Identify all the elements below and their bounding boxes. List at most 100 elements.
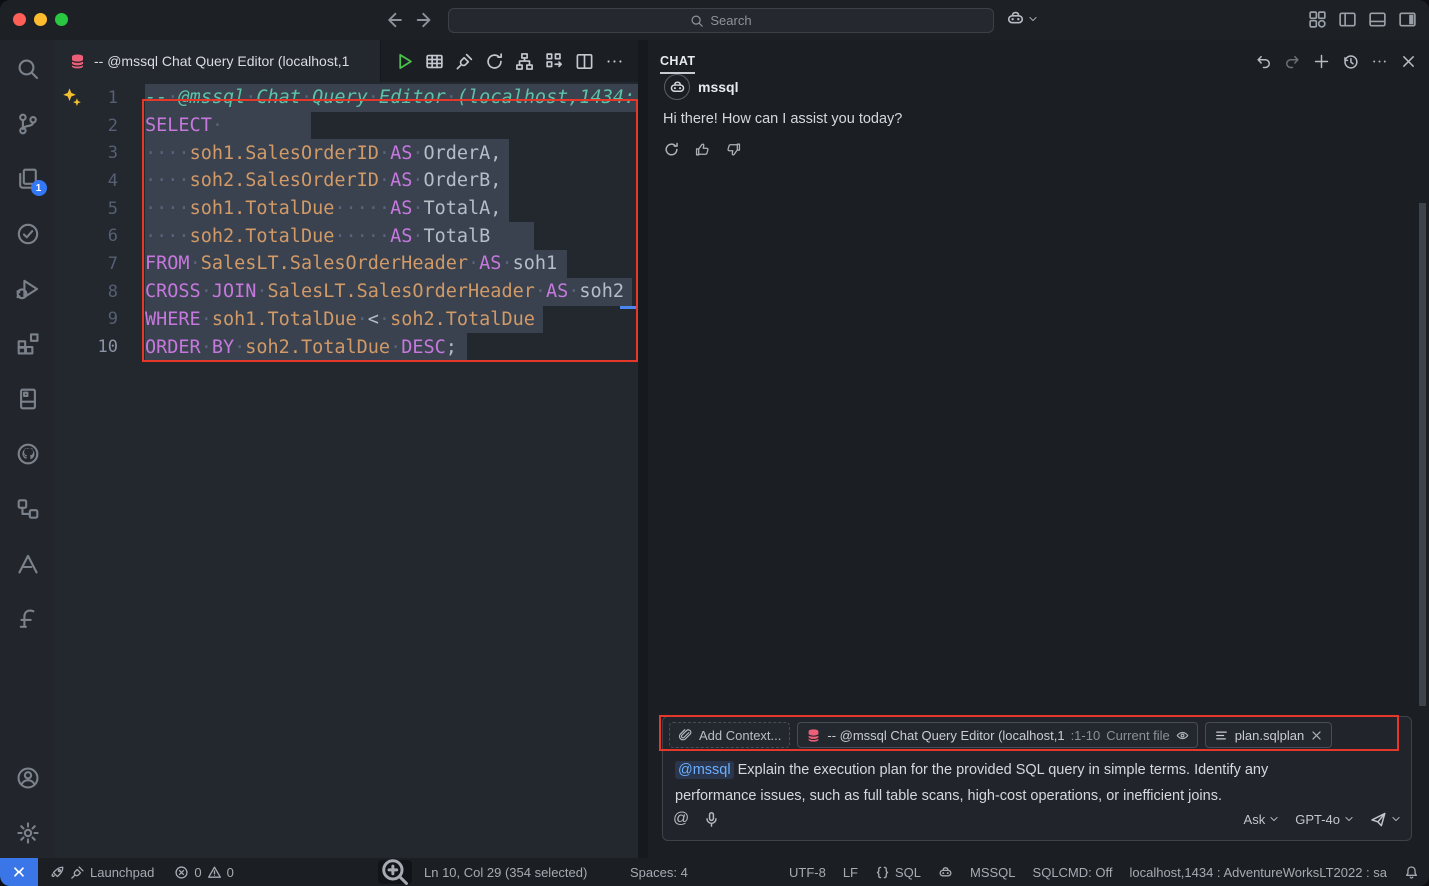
new-chat-icon[interactable] [1313,53,1330,70]
plug-icon[interactable] [455,52,474,71]
navigate-forward-icon[interactable] [415,9,437,31]
command-center-search[interactable]: Search [448,8,994,33]
activity-bar-item-azure[interactable] [16,552,40,576]
eye-icon[interactable] [1176,729,1189,742]
customize-layout-icon[interactable] [1308,10,1327,29]
activity-bar-item-database-projects[interactable] [16,497,40,521]
remote-indicator[interactable] [0,858,38,886]
tab-bar: -- @mssql Chat Query Editor (localhost,1 [55,40,638,82]
estimated-plan-icon[interactable] [515,52,534,71]
add-context-chip[interactable]: Add Context... [669,722,790,748]
minimize-window-button[interactable] [34,13,47,26]
line-number: 9 [55,309,145,329]
problems-indicator[interactable]: 0 0 [174,865,233,880]
activity-bar-item-run-debug[interactable] [16,277,40,301]
chip-label: plan.sqlplan [1235,728,1304,743]
code-editor[interactable]: 1--·@mssql·Chat·Query·Editor·(localhost,… [55,82,638,858]
navigate-back-icon[interactable] [383,9,405,31]
tab-chat[interactable]: CHAT [660,54,695,74]
statusbar-label: LF [843,865,858,880]
indentation-label: Spaces: 4 [630,865,688,880]
thumbs-up-icon[interactable] [694,141,711,158]
more-actions-icon[interactable] [605,52,624,71]
selection-extension [557,250,567,278]
more-icon[interactable] [1371,53,1388,70]
toggle-secondary-sidebar-icon[interactable] [1398,10,1417,29]
search-placeholder: Search [710,13,751,28]
run-query-icon[interactable] [395,52,414,71]
code-line-7[interactable]: 7FROM·SalesLT.SalesOrderHeader·AS·soh1 [55,250,638,278]
line-number: 6 [55,226,145,246]
toggle-panel-icon[interactable] [1368,10,1387,29]
error-count: 0 [194,865,201,880]
code-line-3[interactable]: 3····soh1.SalesOrderID·AS·OrderA, [55,139,638,167]
activity-bar-item-explorer[interactable]: 1 [16,167,40,191]
change-connection-icon[interactable] [485,52,504,71]
activity-bar-item-account[interactable] [16,766,40,790]
statusbar-item-copilot[interactable] [938,865,953,880]
thumbs-down-icon[interactable] [725,141,742,158]
chat-scrollbar[interactable] [1419,203,1426,706]
model-picker-dropdown[interactable]: GPT-4o [1295,812,1354,827]
undo-icon[interactable] [1255,53,1272,70]
chat-mode-dropdown[interactable]: Ask [1244,812,1280,827]
error-icon [174,865,189,880]
code-line-8[interactable]: 8CROSS·JOIN·SalesLT.SalesOrderHeader·AS·… [55,278,638,306]
history-icon[interactable] [1342,53,1359,70]
activity-bar-item-check-circle[interactable] [16,222,40,246]
chat-input-box[interactable]: Add Context... -- @mssql Chat Query Edito… [662,716,1412,841]
chat-input-text[interactable]: @mssql Explain the execution plan for th… [675,757,1343,809]
code-line-2[interactable]: 2SELECT· [55,112,638,140]
chip-label: Add Context... [699,728,781,743]
statusbar-item-localhost-1434-adventureworkslt2022-sa[interactable]: localhost,1434 : AdventureWorksLT2022 : … [1129,865,1387,880]
actual-plan-icon[interactable] [545,52,564,71]
code-line-1[interactable]: 1--·@mssql·Chat·Query·Editor·(localhost,… [55,84,638,112]
plug-small-icon [70,865,85,880]
copilot-icon [938,865,953,880]
statusbar-item-sqlcmd-off[interactable]: SQLCMD: Off [1033,865,1113,880]
selection-extension [490,222,534,250]
context-chip-1[interactable]: -- @mssql Chat Query Editor (localhost,1… [797,722,1197,748]
cursor-position-indicator[interactable]: Ln 10, Col 29 (354 selected) [424,858,587,886]
zoom-indicator[interactable] [378,860,412,884]
regenerate-icon[interactable] [663,141,680,158]
activity-bar-item-source-control[interactable] [16,112,40,136]
azure-icon [16,552,40,576]
activity-bar-item-settings-gear[interactable] [16,821,40,845]
send-button[interactable] [1370,811,1401,828]
split-editor-icon[interactable] [575,52,594,71]
statusbar-item-lf[interactable]: LF [843,865,858,880]
remove-chip-icon[interactable] [1310,729,1323,742]
results-grid-icon[interactable] [425,52,444,71]
add-mention-icon[interactable]: @ [673,810,689,828]
launchpad-button[interactable]: Launchpad [50,865,154,880]
code-line-6[interactable]: 6····soh2.TotalDue·····AS·TotalB [55,222,638,250]
close-icon[interactable] [1400,53,1417,70]
indentation-indicator[interactable]: Spaces: 4 [630,858,688,886]
activity-bar-item-notebook[interactable] [16,387,40,411]
statusbar-item-mssql[interactable]: MSSQL [970,865,1016,880]
activity-bar-item-search[interactable] [16,57,40,81]
activity-bar-item-github[interactable] [16,442,40,466]
context-chip-2[interactable]: plan.sqlplan [1205,722,1332,748]
code-line-9[interactable]: 9WHERE·soh1.TotalDue·<·soh2.TotalDue [55,306,638,334]
code-line-10[interactable]: 10ORDER·BY·soh2.TotalDue·DESC; [55,333,638,361]
code-line-5[interactable]: 5····soh1.TotalDue·····AS·TotalA, [55,195,638,223]
activity-bar-item-extensions[interactable] [16,332,40,356]
editor-decoration-dash [620,306,637,309]
statusbar-item-utf-8[interactable]: UTF-8 [789,865,826,880]
zoom-window-button[interactable] [55,13,68,26]
close-window-button[interactable] [13,13,26,26]
source-control-icon [16,112,40,136]
code-line-4[interactable]: 4····soh2.SalesOrderID·AS·OrderB, [55,167,638,195]
activity-bar-item-fabric[interactable] [16,607,40,631]
toggle-primary-sidebar-icon[interactable] [1338,10,1357,29]
statusbar-item-bell[interactable] [1404,865,1419,880]
statusbar-item-sql[interactable]: SQL [875,865,921,880]
mention-token: @mssql [675,761,734,779]
microphone-icon[interactable] [703,811,720,828]
copilot-menu-button[interactable] [1006,9,1038,28]
editor-tab[interactable]: -- @mssql Chat Query Editor (localhost,1 [55,40,381,82]
redo-icon[interactable] [1284,53,1301,70]
line-number: 8 [55,282,145,302]
